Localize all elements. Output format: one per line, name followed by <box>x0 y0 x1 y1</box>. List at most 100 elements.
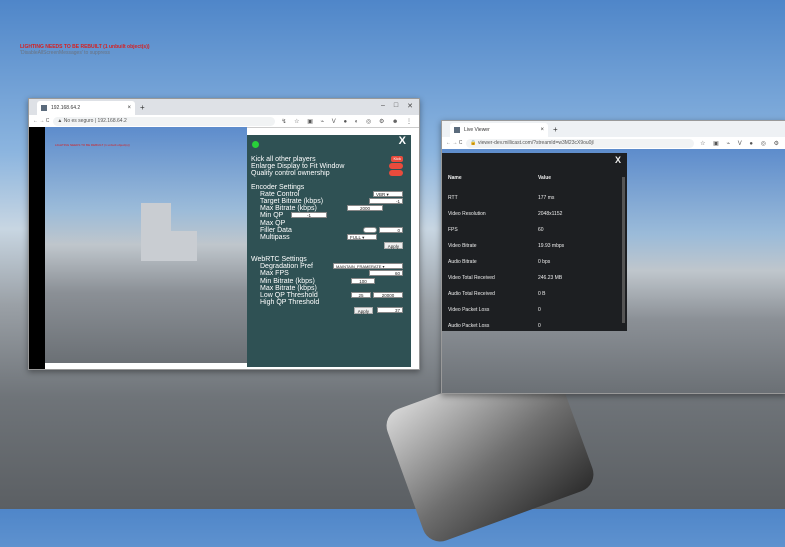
target-bitrate-input[interactable]: -1 <box>369 197 403 204</box>
col-value-header: Value <box>538 175 552 181</box>
max-fps-label: Max FPS <box>260 270 289 278</box>
stat-name: RTT <box>448 195 458 201</box>
stat-value: 0 bps <box>538 259 551 265</box>
enlarge-label: Enlarge Display to Fit Window <box>251 163 345 171</box>
right-browser-window: Live Viewer × + ← → C 🔒 viewer-dev.milli… <box>441 120 785 394</box>
tab-close-icon[interactable]: × <box>127 105 131 111</box>
max-fps-input[interactable]: 60 <box>369 270 403 277</box>
max-qp-label: Max QP <box>260 219 286 227</box>
stats-row: Audio Packet Loss 0 <box>448 323 618 329</box>
rate-control-select[interactable]: VBR ▾ <box>373 190 403 197</box>
apply-encoder-button[interactable]: Apply <box>383 242 403 250</box>
tab-bar: 192.168.64.2 × + – □ ✕ <box>29 99 419 115</box>
quality-toggle[interactable] <box>389 170 403 177</box>
stream-viewport[interactable]: LIGHTING NEEDS TO BE REBUILT (1 unbuilt … <box>45 127 247 363</box>
min-qp-row: Min QP -1 <box>251 212 407 219</box>
url-field[interactable]: ▲ No es seguro | 192.168.64.2 <box>53 116 276 126</box>
stats-row: FPS 60 <box>448 227 618 233</box>
extension-icons-2[interactable]: ☆ ▣ ⌁ V ● ◎ ⚙ <box>700 140 782 147</box>
stat-value: 60 <box>538 227 544 233</box>
stat-name: Video Packet Loss <box>448 307 490 313</box>
stat-value: 177 ms <box>538 195 555 201</box>
target-bitrate-row: Target Bitrate (kbps) -1 <box>251 197 407 205</box>
tab-title: 192.168.64.2 <box>51 105 81 111</box>
minimize-icon[interactable]: – <box>381 102 385 110</box>
enlarge-toggle[interactable] <box>389 163 403 170</box>
multipass-select[interactable]: FULL ▾ <box>347 233 377 240</box>
low-qp-input-2[interactable]: 20000 <box>373 292 403 298</box>
not-secure-label: ▲ No es seguro <box>57 118 94 124</box>
favicon-icon <box>41 105 47 111</box>
rate-control-value: VBR <box>376 191 386 197</box>
min-qp-label: Min QP <box>260 212 284 220</box>
stat-name: Video Total Received <box>448 275 495 281</box>
low-qp-input[interactable]: 25 <box>351 292 371 298</box>
viewport-box <box>141 203 171 261</box>
stats-row: Audio Bitrate 0 bps <box>448 259 618 265</box>
max-bitrate-input[interactable]: 2000 <box>347 205 383 212</box>
url-field-2[interactable]: 🔒 viewer-dev.millicast.com/?streamId=w3M… <box>466 138 695 148</box>
stats-header: Name Value <box>448 175 618 181</box>
browser-tab-2[interactable]: Live Viewer × <box>450 123 548 137</box>
apply-row-2: Apply 37 <box>251 306 407 315</box>
apply-webrtc-button[interactable]: Apply <box>353 307 373 315</box>
stat-name: FPS <box>448 227 458 233</box>
window-close-icon[interactable]: ✕ <box>407 102 413 110</box>
stats-row: RTT 177 ms <box>448 195 618 201</box>
browser-tab[interactable]: 192.168.64.2 × <box>37 101 135 115</box>
degradation-select[interactable]: MAINTAIN_FRAMERATE ▾ <box>333 263 403 270</box>
viewport-warning: LIGHTING NEEDS TO BE REBUILT (1 unbuilt … <box>55 143 130 147</box>
filler-input[interactable]: 0 <box>379 226 403 233</box>
high-qp-input[interactable]: 37 <box>377 307 403 314</box>
stats-row: Video Packet Loss 0 <box>448 307 618 313</box>
new-tab-button[interactable]: + <box>140 103 145 112</box>
multipass-label: Multipass <box>260 233 290 241</box>
min-bitrate-row: Min Bitrate (kbps) 100 <box>251 277 407 285</box>
max-bitrate2-label: Max Bitrate (kbps) <box>260 284 317 292</box>
url-text-2: viewer-dev.millicast.com/?streamId=w3M23… <box>478 140 594 146</box>
stat-value: 246.23 MB <box>538 275 563 281</box>
multipass-row: Multipass FULL ▾ <box>251 233 407 241</box>
kick-row: Kick all other players Kick <box>251 156 407 163</box>
rate-control-label: Rate Control <box>260 190 300 198</box>
filler-slider[interactable] <box>363 226 377 233</box>
degradation-label: Degradation Pref <box>260 263 313 271</box>
kick-button[interactable]: Kick <box>391 156 403 162</box>
panel-close-button[interactable]: X <box>399 135 406 146</box>
high-qp-row: High QP Threshold <box>251 299 407 306</box>
viewport-box-2 <box>171 231 197 261</box>
min-qp-input[interactable]: -1 <box>291 212 327 219</box>
max-bitrate-row: Max Bitrate (kbps) 2000 <box>251 205 407 212</box>
extension-icons[interactable]: ↯ ☆ ▣ ⌁ V ● ◐ ◎ ⚙ ☻ ⋮ <box>281 118 415 125</box>
stats-panel: X Name Value RTT 177 ms Video Resolution… <box>442 153 627 331</box>
max-bitrate2-row: Max Bitrate (kbps) <box>251 285 407 292</box>
stat-name: Audio Packet Loss <box>448 323 490 329</box>
navigation-icons-2[interactable]: ← → C <box>446 140 462 146</box>
degradation-value: MAINTAIN_FRAMERATE <box>336 264 382 270</box>
filler-label: Filler Data <box>260 226 292 234</box>
connection-status-dot <box>252 141 259 148</box>
maximize-icon[interactable]: □ <box>394 102 398 110</box>
stat-value: 0 <box>538 307 541 313</box>
settings-panel: X Kick all other players Kick Enlarge Di… <box>247 135 411 367</box>
lighting-warning: LIGHTING NEEDS TO BE REBUILT (1 unbuilt … <box>20 44 150 56</box>
apply-row-1: Apply <box>251 241 407 250</box>
stat-name: Video Resolution <box>448 211 486 217</box>
stat-name: Audio Bitrate <box>448 259 477 265</box>
max-bitrate-label: Max Bitrate (kbps) <box>260 205 317 213</box>
stats-row: Video Bitrate 19.93 mbps <box>448 243 618 249</box>
tab-close-2-icon[interactable]: × <box>540 127 544 133</box>
stats-row: Audio Total Received 0 B <box>448 291 618 297</box>
quality-row: Quality control ownership <box>251 170 407 177</box>
low-qp-label: Low QP Threshold <box>260 292 318 299</box>
new-tab-button-2[interactable]: + <box>553 125 558 134</box>
min-bitrate-input[interactable]: 100 <box>351 277 375 284</box>
filler-row: Filler Data 0 <box>251 226 407 234</box>
stats-scrollbar[interactable] <box>622 177 625 323</box>
encoder-title: Encoder Settings <box>251 183 305 191</box>
high-qp-label: High QP Threshold <box>260 299 320 307</box>
navigation-icons[interactable]: ← → C <box>33 118 49 124</box>
stats-row: Video Total Received 246.23 MB <box>448 275 618 281</box>
stats-close-button[interactable]: X <box>615 155 621 165</box>
url-text: 192.168.64.2 <box>97 118 127 124</box>
